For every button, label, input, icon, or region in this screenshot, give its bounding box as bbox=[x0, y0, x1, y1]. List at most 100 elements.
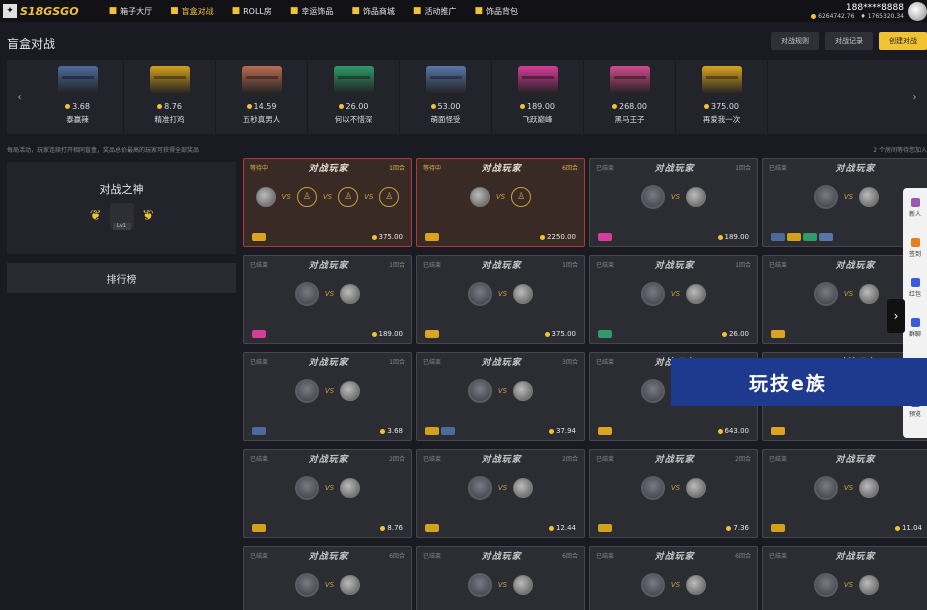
battle-card[interactable]: 已结束 对战玩家 1回合 VS 189.00 bbox=[589, 158, 758, 247]
case-box-icon bbox=[149, 66, 190, 94]
vs-label: VS bbox=[324, 484, 335, 492]
case-name: 飞跃巅峰 bbox=[522, 115, 553, 124]
nav-item-1[interactable]: ■ 盲盒对战 bbox=[170, 6, 214, 17]
carousel-prev-icon[interactable]: ‹ bbox=[7, 60, 32, 134]
rules-button[interactable]: 对战规则 bbox=[771, 32, 819, 50]
battle-card[interactable]: 已结束 对战玩家 6回合 VS bbox=[243, 546, 412, 610]
mini-case-icon bbox=[819, 233, 833, 241]
player-avatar bbox=[686, 187, 707, 207]
ranking-button[interactable]: 排行榜 bbox=[7, 263, 236, 293]
coin-icon bbox=[540, 234, 546, 240]
vs-label: VS bbox=[843, 581, 854, 589]
battle-card[interactable]: 已结束 对战玩家 3回合 VS 37.94 bbox=[416, 352, 585, 441]
coin-icon bbox=[704, 104, 709, 109]
mini-case-icon bbox=[252, 427, 266, 435]
battle-status: 已结束 bbox=[423, 552, 442, 560]
coin-icon bbox=[548, 525, 554, 531]
diamond-value: 1765320.34 bbox=[867, 12, 904, 20]
empty-seat-icon[interactable]: ♙ bbox=[338, 187, 359, 207]
vs-label: VS bbox=[843, 290, 854, 298]
case-item[interactable]: 53.00 萌面怪受 bbox=[400, 60, 492, 134]
nav-item-5[interactable]: ■ 活动推广 bbox=[413, 6, 457, 17]
coin-icon bbox=[811, 13, 817, 19]
battle-rounds: 2回合 bbox=[389, 455, 405, 463]
side-item[interactable]: 新人 bbox=[903, 188, 927, 228]
coin-icon bbox=[717, 234, 723, 240]
gold-value: 6264742.76 bbox=[818, 12, 855, 20]
battle-card[interactable]: 已结束 对战玩家 6回合 VS bbox=[416, 546, 585, 610]
battle-card[interactable]: 已结束 对战玩家 VS 11.04 bbox=[762, 449, 927, 538]
battle-card[interactable]: 已结束 对战玩家 2回合 VS 12.44 bbox=[416, 449, 585, 538]
nav-item-3[interactable]: ■ 幸运饰品 bbox=[290, 6, 334, 17]
coin-icon bbox=[65, 104, 71, 109]
case-price: 26.00 bbox=[345, 102, 369, 111]
card-title: 对战玩家 bbox=[835, 551, 876, 562]
case-item[interactable]: 3.68 泰赢辣 bbox=[32, 60, 124, 134]
player-avatar bbox=[340, 575, 361, 595]
nav-label: 饰品背包 bbox=[485, 6, 518, 16]
empty-seat-icon[interactable]: ♙ bbox=[379, 187, 400, 207]
chevron-right-icon[interactable]: › bbox=[887, 299, 905, 333]
vs-label: VS bbox=[281, 193, 291, 201]
battle-card[interactable]: 等待中 对战玩家 1回合 VS ♙ VS ♙ VS ♙ 375.00 bbox=[243, 158, 412, 247]
battle-card[interactable]: 已结束 对战玩家 1回合 VS 189.00 bbox=[243, 255, 412, 344]
empty-seat-icon[interactable]: ♙ bbox=[511, 187, 532, 207]
battle-status: 已结束 bbox=[769, 552, 788, 560]
side-item[interactable]: 红包 bbox=[903, 268, 927, 308]
level-badge: Lv1 bbox=[112, 223, 131, 230]
battle-card[interactable]: 已结束 对战玩家 1回合 VS 3.68 bbox=[243, 352, 412, 441]
host-avatar bbox=[640, 573, 665, 597]
side-item[interactable]: 签到 bbox=[903, 228, 927, 268]
player-avatar bbox=[469, 187, 490, 207]
battle-card[interactable]: 已结束 对战玩家 1回合 VS 26.00 bbox=[589, 255, 758, 344]
battle-card[interactable]: 已结束 对战玩家 2回合 VS 7.36 bbox=[589, 449, 758, 538]
coin-icon bbox=[338, 104, 344, 109]
side-item[interactable]: 群聊 bbox=[903, 308, 927, 348]
user-name[interactable]: 188****8888 bbox=[811, 3, 904, 13]
case-name: 何以不惜深 bbox=[334, 115, 373, 124]
carousel-next-icon[interactable]: › bbox=[902, 60, 927, 134]
mini-case-icon bbox=[252, 330, 266, 338]
case-item[interactable]: 14.59 五秒真男人 bbox=[216, 60, 308, 134]
nav-item-0[interactable]: ■ 箱子大厅 bbox=[109, 6, 153, 17]
host-avatar bbox=[813, 185, 838, 209]
coin-icon bbox=[430, 104, 436, 109]
player-avatar bbox=[513, 478, 534, 498]
battle-rounds: 1回合 bbox=[562, 261, 578, 269]
shop-icon: ■ bbox=[351, 6, 360, 16]
card-title: 对战玩家 bbox=[481, 551, 522, 562]
battle-card[interactable]: 已结束 对战玩家 2回合 VS 8.76 bbox=[243, 449, 412, 538]
case-item[interactable]: 189.00 飞跃巅峰 bbox=[492, 60, 584, 134]
host-avatar bbox=[294, 476, 319, 500]
mini-case-icon bbox=[425, 524, 439, 532]
battle-card[interactable]: 已结束 对战玩家 VS bbox=[762, 546, 927, 610]
mini-case-icon bbox=[441, 427, 455, 435]
records-button[interactable]: 对战记录 bbox=[825, 32, 873, 50]
mini-case-icon bbox=[425, 427, 439, 435]
nav-item-2[interactable]: ■ ROLL房 bbox=[232, 6, 272, 17]
card-title: 对战玩家 bbox=[481, 163, 522, 174]
player-avatar bbox=[859, 284, 880, 304]
user-avatar[interactable] bbox=[908, 1, 927, 21]
site-logo[interactable]: ✦ S18GSGO bbox=[3, 0, 79, 22]
case-box-icon bbox=[57, 66, 98, 94]
nav-item-4[interactable]: ■ 饰品商城 bbox=[351, 6, 395, 17]
create-battle-button[interactable]: 创建对战 bbox=[879, 32, 927, 50]
case-item[interactable]: 8.76 精准打鸡 bbox=[124, 60, 216, 134]
battle-rounds: 1回合 bbox=[735, 164, 751, 172]
case-price: 14.59 bbox=[253, 102, 277, 111]
empty-seat-icon[interactable]: ♙ bbox=[296, 187, 317, 207]
nav-item-6[interactable]: ■ 饰品背包 bbox=[474, 6, 518, 17]
case-item[interactable]: 268.00 黑马王子 bbox=[584, 60, 676, 134]
player-avatar bbox=[255, 187, 276, 207]
battle-card[interactable]: 等待中 对战玩家 6回合 VS ♙ 2250.00 bbox=[416, 158, 585, 247]
card-title: 对战玩家 bbox=[308, 357, 349, 368]
vs-label: VS bbox=[843, 193, 854, 201]
case-item[interactable]: 375.00 再爱我一次 bbox=[676, 60, 768, 134]
battle-card[interactable]: 已结束 对战玩家 1回合 VS 375.00 bbox=[416, 255, 585, 344]
laurel-left-icon: ❦ bbox=[89, 208, 102, 224]
case-item[interactable]: 26.00 何以不惜深 bbox=[308, 60, 400, 134]
battle-card[interactable]: 已结束 对战玩家 6回合 VS bbox=[589, 546, 758, 610]
battle-rounds: 1回合 bbox=[389, 358, 405, 366]
player-avatar bbox=[859, 575, 880, 595]
